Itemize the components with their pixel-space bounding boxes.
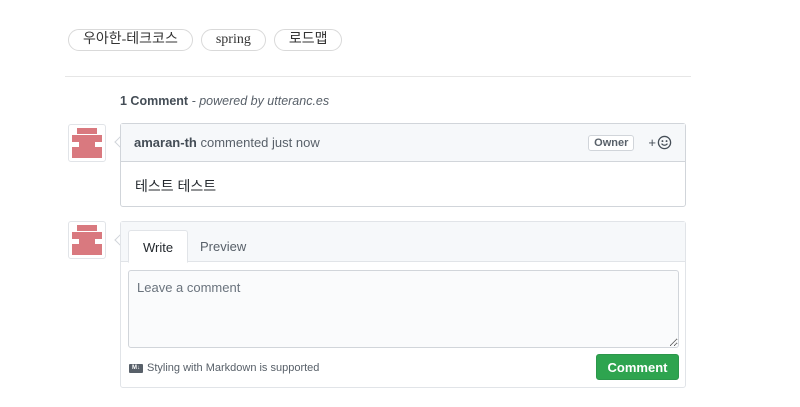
submit-comment-button[interactable]: Comment	[596, 354, 679, 380]
comment-header: amaran-th commented just now Owner +	[121, 124, 685, 162]
form-tabs: Write Preview	[121, 222, 685, 263]
section-divider	[65, 76, 691, 77]
comment-body: 테스트 테스트	[135, 178, 217, 194]
tag-spring[interactable]: spring	[200, 29, 266, 51]
comment-textarea[interactable]	[128, 270, 679, 348]
identicon-icon	[72, 128, 102, 158]
current-user-avatar[interactable]	[68, 221, 106, 259]
comment-timestamp: commented just now	[200, 135, 320, 150]
identicon-icon	[72, 225, 102, 255]
commenter-avatar[interactable]	[68, 124, 106, 162]
reaction-plus: +	[648, 135, 656, 150]
tag-woowa-techcourse[interactable]: 우아한-테크코스	[68, 29, 193, 51]
tag-roadmap[interactable]: 로드맵	[273, 29, 343, 51]
tab-write[interactable]: Write	[128, 230, 189, 263]
markdown-icon: M↓	[129, 363, 143, 373]
markdown-note[interactable]: M↓ Styling with Markdown is supported	[129, 362, 319, 374]
powered-by-link[interactable]: - powered by utteranc.es	[192, 94, 330, 108]
owner-badge: Owner	[588, 134, 635, 151]
comment-form: Write Preview M↓ Styling with Markdown i…	[120, 221, 686, 388]
comment-card: amaran-th commented just now Owner + 테스트…	[120, 123, 686, 207]
comment-count: 1 Comment	[120, 94, 189, 108]
tab-preview[interactable]: Preview	[186, 230, 260, 263]
tag-list: 우아한-테크코스 spring 로드맵	[68, 29, 343, 51]
markdown-note-text: Styling with Markdown is supported	[147, 362, 320, 374]
smiley-icon	[657, 135, 672, 150]
comments-count-line: 1 Comment - powered by utteranc.es	[120, 94, 329, 108]
add-reaction-button[interactable]: +	[648, 135, 672, 150]
comment-author[interactable]: amaran-th	[134, 135, 197, 150]
